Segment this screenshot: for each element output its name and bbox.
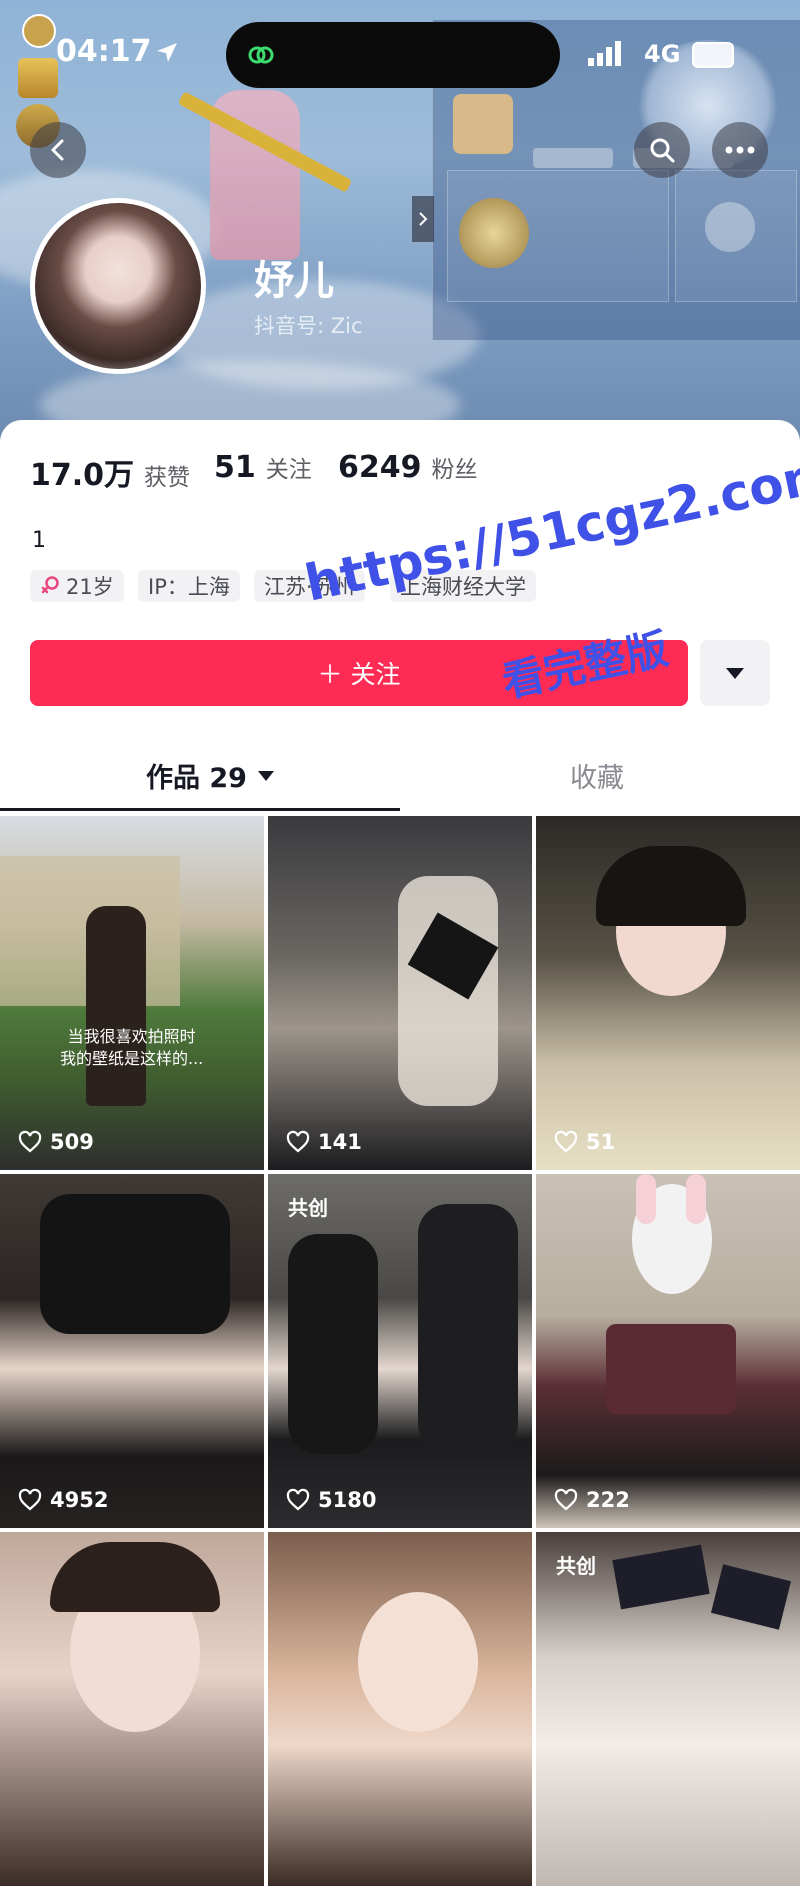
stat-likes-label: 获赞	[144, 465, 191, 491]
dynamic-island	[226, 22, 560, 88]
heart-icon	[554, 1130, 578, 1153]
play-arrow-icon	[419, 212, 428, 226]
chevron-down-icon	[257, 770, 274, 781]
avatar[interactable]	[30, 198, 206, 374]
like-count: 222	[554, 1488, 630, 1512]
back-icon	[51, 139, 64, 161]
heart-icon	[18, 1488, 42, 1511]
back-button[interactable]	[30, 122, 86, 178]
stat-likes-value: 17.0万	[30, 458, 135, 493]
douyin-id[interactable]: 抖音号: Zic	[254, 310, 363, 340]
heart-icon	[286, 1488, 310, 1511]
like-count-value: 141	[318, 1130, 362, 1154]
signal-icon	[588, 41, 621, 66]
like-count-value: 509	[50, 1130, 94, 1154]
search-icon	[650, 138, 675, 163]
more-options-button[interactable]	[712, 122, 768, 178]
tab-favorites[interactable]: 收藏	[570, 756, 624, 795]
heart-icon	[554, 1488, 578, 1511]
username: 妤儿	[254, 258, 334, 304]
ip-label: IP：上海	[148, 575, 230, 599]
rank-badge	[18, 58, 58, 98]
stat-followers-value: 6249	[338, 450, 422, 485]
video-tile[interactable]: 共创	[536, 1532, 800, 1886]
co-create-badge: 共创	[288, 1196, 328, 1220]
tab-works-label: 作品 29	[146, 763, 247, 794]
like-count: 509	[18, 1130, 94, 1154]
link-icon	[248, 46, 274, 64]
video-tile[interactable]: 51	[536, 816, 800, 1170]
location-arrow-icon	[157, 43, 177, 62]
female-icon	[41, 576, 59, 594]
status-time: 04:17	[56, 34, 152, 69]
co-create-badge: 共创	[556, 1554, 596, 1578]
like-count: 4952	[18, 1488, 108, 1512]
bio-text: 1	[32, 528, 46, 553]
stat-following-value: 51	[214, 450, 256, 485]
video-tile[interactable]: 141	[268, 816, 532, 1170]
like-count: 51	[554, 1130, 615, 1154]
stat-following[interactable]: 51 关注	[214, 450, 312, 485]
network-type: 4G	[644, 40, 681, 68]
stat-following-label: 关注	[265, 457, 312, 483]
search-button[interactable]	[634, 122, 690, 178]
expand-arrow[interactable]	[412, 196, 434, 242]
level-badge	[22, 14, 56, 48]
recommend-toggle-button[interactable]	[700, 640, 770, 706]
tab-indicator	[0, 808, 400, 811]
like-count: 5180	[286, 1488, 376, 1512]
like-count-value: 222	[586, 1488, 630, 1512]
like-count-value: 4952	[50, 1488, 109, 1512]
video-tile[interactable]: 当我很喜欢拍照时 我的壁纸是这样的... 509	[0, 816, 264, 1170]
more-icon	[725, 146, 755, 154]
age-label: 21岁	[66, 575, 114, 599]
heart-icon	[286, 1130, 310, 1153]
age-tag: 21岁	[30, 570, 124, 602]
video-tile[interactable]: 共创 5180	[268, 1174, 532, 1528]
video-caption: 当我很喜欢拍照时 我的壁纸是这样的...	[60, 1027, 204, 1068]
chevron-down-icon	[726, 668, 744, 679]
stat-followers-label: 粉丝	[431, 457, 478, 483]
stat-followers[interactable]: 6249 粉丝	[338, 450, 478, 485]
video-tile[interactable]	[0, 1532, 264, 1886]
battery-icon	[692, 42, 734, 68]
like-count-value: 5180	[318, 1488, 377, 1512]
like-count-value: 51	[586, 1130, 616, 1154]
stat-likes[interactable]: 17.0万 获赞	[30, 450, 190, 494]
video-tile[interactable]: 222	[536, 1174, 800, 1528]
like-count: 141	[286, 1130, 362, 1154]
heart-icon	[18, 1130, 42, 1153]
tab-works[interactable]: 作品 29	[146, 756, 275, 795]
video-tile[interactable]	[268, 1532, 532, 1886]
video-tile[interactable]: 4952	[0, 1174, 264, 1528]
profile-banner: 04:17 4G 妤儿 抖音号: Zic	[0, 0, 800, 440]
ip-tag: IP：上海	[138, 570, 240, 602]
